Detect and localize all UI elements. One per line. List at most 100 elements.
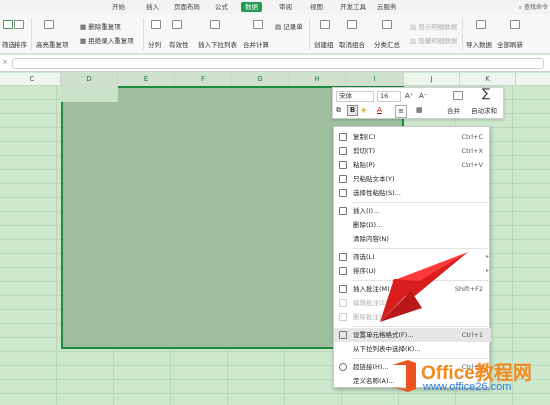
menu-item-format-cells[interactable]: 设置单元格格式(F)... Ctrl+1 — [334, 328, 491, 342]
import-data-button[interactable]: 导入数据 — [466, 39, 492, 49]
tab-formulas[interactable]: 公式 — [215, 2, 228, 12]
font-name-select[interactable]: 宋体 — [336, 91, 374, 102]
menu-item-label: 剪切(T) — [353, 147, 376, 155]
tab-data[interactable]: 数据 — [241, 2, 262, 12]
consolidate-button[interactable]: 合并计算 — [243, 39, 269, 49]
filter-icon — [3, 20, 13, 29]
menu-item-paste-special[interactable]: 选择性粘贴(S)... — [334, 186, 491, 200]
menu-item-insert-comment[interactable]: 插入批注(M)... Shift+F2 — [334, 282, 491, 296]
column-header-h[interactable]: H — [289, 73, 346, 86]
format-cells-icon — [339, 331, 347, 339]
formula-input[interactable] — [12, 58, 544, 69]
menu-item-delete-comment: 删除批注(M) — [334, 310, 491, 324]
insert-dropdown-button[interactable]: 插入下拉列表 — [198, 39, 237, 49]
paste-text-icon — [339, 175, 347, 183]
reject-duplicates-button[interactable]: ▦ 拒绝录入重复项 — [80, 35, 134, 45]
column-header-f[interactable]: F — [175, 73, 232, 86]
ungroup-button[interactable]: 取消组合 — [339, 39, 365, 49]
paste-icon — [339, 161, 347, 169]
group-button[interactable]: 创建组 — [314, 39, 334, 49]
show-detail-label: 显示明细数据 — [418, 23, 458, 31]
dropdown-list-icon — [210, 20, 220, 29]
column-header-i[interactable]: I — [346, 73, 404, 86]
menu-bar: 开始 插入 页面布局 公式 数据 审阅 视图 开发工具 云服务 ⌕ 查找命令 — [0, 0, 550, 14]
menu-item-label: 清除内容(N) — [353, 235, 389, 243]
refresh-icon — [510, 20, 520, 29]
column-header-e[interactable]: E — [118, 73, 175, 86]
fill-color-icon[interactable]: ◈ — [361, 105, 366, 116]
tab-cloud[interactable]: 云服务 — [377, 2, 397, 12]
cancel-icon[interactable]: × — [2, 58, 8, 66]
column-header-j[interactable]: J — [404, 73, 460, 86]
menu-item-edit-comment: 编辑批注(E)... — [334, 296, 491, 310]
tab-insert[interactable]: 插入 — [146, 2, 159, 12]
column-header-g[interactable]: G — [232, 73, 289, 86]
menu-item-insert[interactable]: 插入(I)... — [334, 204, 491, 218]
tab-developer[interactable]: 开发工具 — [340, 2, 366, 12]
subtotal-button[interactable]: 分类汇总 — [374, 39, 400, 49]
sort-button[interactable]: 排序 — [14, 39, 27, 49]
ribbon-divider — [309, 18, 310, 50]
menu-item-label: 插入批注(M)... — [353, 285, 396, 293]
subtotal-icon — [382, 20, 392, 29]
hide-detail-button[interactable]: ▥ 隐藏明细数据 — [410, 35, 457, 45]
grow-font-icon[interactable]: A⁺ — [405, 91, 413, 102]
mini-toolbar: 宋体 16 A⁺ A⁻ ⧉ B ◈ A ≡ ▦ 合并 ∑ 自动求和 — [332, 87, 504, 119]
menu-item-paste[interactable]: 粘贴(P) Ctrl+V — [334, 158, 491, 172]
cut-icon — [339, 147, 347, 155]
menu-item-sort[interactable]: 排序(U) ▸ — [334, 264, 491, 278]
menu-divider — [352, 202, 488, 203]
tab-page-layout[interactable]: 页面布局 — [174, 2, 200, 12]
command-search[interactable]: ⌕ 查找命令 — [519, 2, 548, 12]
shrink-font-icon[interactable]: A⁻ — [419, 91, 427, 102]
validity-button[interactable]: 有效性 — [169, 39, 189, 49]
bold-button[interactable]: B — [347, 105, 358, 116]
search-label: 查找命令 — [523, 4, 548, 11]
align-icon[interactable]: ≡ — [395, 105, 407, 118]
menu-item-filter[interactable]: 筛选(L) ▸ — [334, 250, 491, 264]
refresh-all-button[interactable]: 全部刷新 — [497, 39, 523, 49]
column-header-d[interactable]: D — [61, 73, 118, 86]
delete-duplicates-button[interactable]: ▦ 删除重复项 — [80, 21, 121, 31]
menu-item-label: 复制(C) — [353, 133, 376, 141]
show-detail-button[interactable]: ▥ 显示明细数据 — [410, 21, 457, 31]
highlight-duplicates-button[interactable]: 高亮重复项 — [36, 39, 69, 49]
menu-item-copy[interactable]: 复制(C) Ctrl+C — [334, 130, 491, 144]
menu-item-label: 筛选(L) — [353, 253, 375, 261]
column-header-k[interactable]: K — [460, 73, 516, 86]
ribbon: 筛选 排序 高亮重复项 ▦ 删除重复项 ▦ 拒绝录入重复项 分列 有效性 插入下… — [0, 14, 550, 54]
menu-item-cut[interactable]: 剪切(T) Ctrl+X — [334, 144, 491, 158]
record-form-label: 记录单 — [283, 23, 303, 31]
watermark-url: www.office26.com — [423, 381, 512, 393]
insert-icon — [339, 207, 347, 215]
font-size-select[interactable]: 16 — [377, 91, 401, 102]
font-color-button[interactable]: A — [377, 105, 382, 116]
autosum-button[interactable]: 自动求和 — [471, 106, 497, 117]
menu-item-paste-text[interactable]: 只粘贴文本(Y) — [334, 172, 491, 186]
border-icon[interactable]: ▦ — [416, 105, 423, 116]
active-cell[interactable] — [61, 86, 118, 102]
record-form-icon: ▤ — [275, 23, 284, 31]
tab-review[interactable]: 审阅 — [279, 2, 292, 12]
autosum-icon: ∑ — [482, 86, 491, 100]
record-form-button[interactable]: ▤ 记录单 — [275, 21, 303, 31]
menu-item-shortcut: Ctrl+V — [461, 161, 483, 169]
column-header-c[interactable]: C — [4, 73, 61, 86]
hide-detail-icon: ▥ — [410, 37, 419, 45]
delete-duplicates-label: 删除重复项 — [88, 23, 121, 31]
menu-item-shortcut: Ctrl+C — [461, 133, 483, 141]
tab-view[interactable]: 视图 — [310, 2, 323, 12]
tab-home[interactable]: 开始 — [112, 2, 125, 12]
validity-icon — [172, 20, 182, 29]
ribbon-divider — [31, 18, 32, 50]
format-painter-icon[interactable]: ⧉ — [336, 105, 341, 116]
menu-item-label: 设置单元格格式(F)... — [353, 331, 414, 339]
column-header: C D E F G H I J K — [0, 73, 550, 86]
merge-button[interactable]: 合并 — [447, 106, 460, 117]
edit-comment-icon — [339, 299, 347, 307]
menu-item-label: 插入(I)... — [353, 207, 380, 215]
text-to-columns-button[interactable]: 分列 — [148, 39, 161, 49]
menu-item-delete[interactable]: 删除(D)... — [334, 218, 491, 232]
menu-item-shortcut: Shift+F2 — [454, 285, 483, 293]
menu-item-clear-contents[interactable]: 清除内容(N) — [334, 232, 491, 246]
